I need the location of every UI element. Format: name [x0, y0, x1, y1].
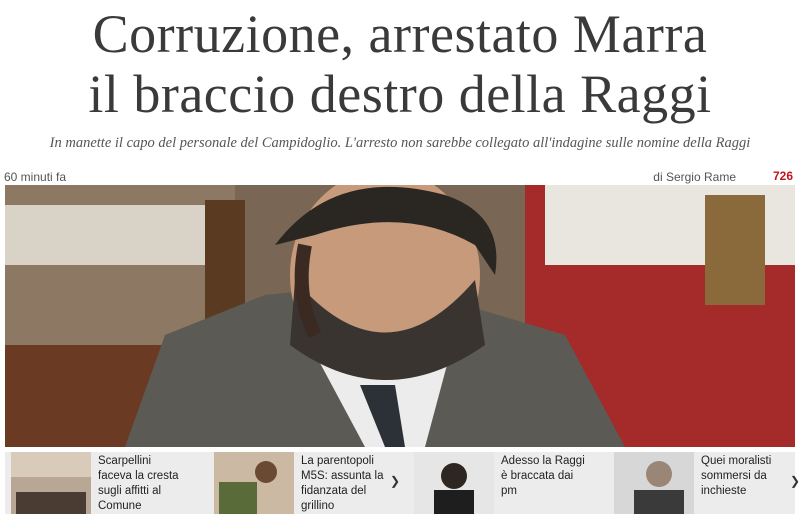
related-article-title[interactable]: Adesso la Raggi è braccata dai pm	[501, 454, 587, 514]
related-article-thumbnail[interactable]	[614, 452, 694, 514]
chevron-right-icon[interactable]: ❯	[390, 474, 400, 488]
headline-line-2[interactable]: il braccio destro della Raggi	[0, 64, 800, 124]
related-article-title[interactable]: Quei moralisti sommersi da inchieste	[701, 454, 787, 514]
related-article-thumbnail[interactable]	[414, 452, 494, 514]
hero-photo[interactable]	[5, 185, 795, 447]
related-article-thumbnail[interactable]	[11, 452, 91, 514]
headline-line-1[interactable]: Corruzione, arrestato Marra	[0, 4, 800, 64]
related-article-thumbnail[interactable]	[214, 452, 294, 514]
related-articles-strip: Scarpellini faceva la cresta sugli affit…	[5, 452, 800, 514]
comment-count[interactable]: 726	[773, 169, 793, 183]
article-meta-bar: 60 minuti fa di Sergio Rame 726	[0, 169, 800, 184]
related-article-card[interactable]: Adesso la Raggi è braccata dai pm	[408, 452, 604, 514]
related-article-title[interactable]: La parentopoli M5S: assunta la fidanzata…	[301, 454, 387, 514]
related-article-title[interactable]: Scarpellini faceva la cresta sugli affit…	[98, 454, 184, 514]
related-article-card[interactable]: La parentopoli M5S: assunta la fidanzata…	[208, 452, 404, 514]
related-article-card[interactable]: Scarpellini faceva la cresta sugli affit…	[5, 452, 201, 514]
publish-time: 60 minuti fa	[4, 170, 67, 184]
author-byline[interactable]: di Sergio Rame	[653, 170, 736, 184]
article-subtitle: In manette il capo del personale del Cam…	[49, 135, 751, 151]
chevron-right-icon[interactable]: ❯	[790, 474, 800, 488]
related-article-card[interactable]: Quei moralisti sommersi da inchieste ❯	[608, 452, 800, 514]
article-headline[interactable]: Corruzione, arrestato Marra il braccio d…	[0, 4, 800, 124]
